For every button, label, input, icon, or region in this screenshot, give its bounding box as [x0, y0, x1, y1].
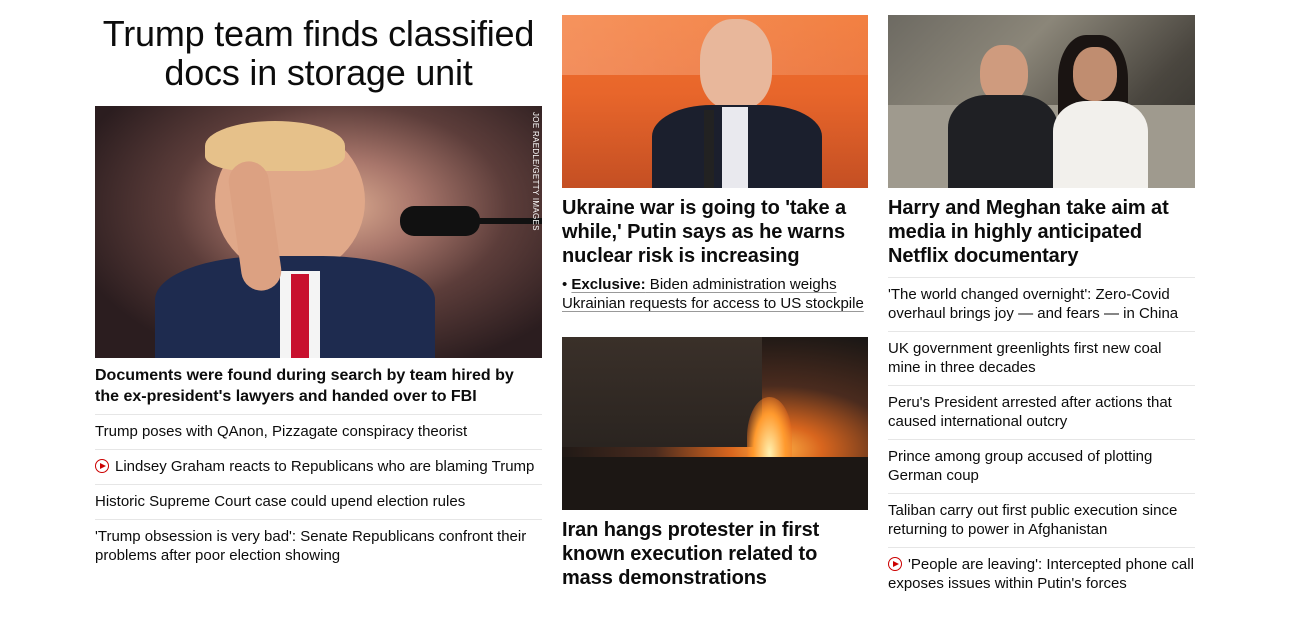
iran-headline[interactable]: Iran hangs protester in first known exec… [562, 518, 868, 590]
harry-body-shape [948, 95, 1058, 188]
related-item-2[interactable]: Lindsey Graham reacts to Republicans who… [95, 450, 542, 485]
putin-shirt-shape [722, 107, 748, 188]
putin-story-image[interactable] [562, 15, 868, 188]
lead-summary-link[interactable]: Documents were found during search by te… [95, 358, 542, 415]
trump-hair-shape [205, 121, 345, 171]
meghan-face-shape [1073, 47, 1117, 101]
meghan-body-shape [1053, 101, 1148, 188]
related-item-3[interactable]: Historic Supreme Court case could upend … [95, 485, 542, 520]
putin-microphone-shape [704, 110, 714, 188]
iran-story-image[interactable] [562, 337, 868, 510]
lead-related-list: Trump poses with QAnon, Pizzagate conspi… [95, 415, 542, 573]
related-item-4[interactable]: 'Trump obsession is very bad': Senate Re… [95, 520, 542, 573]
world-item-5[interactable]: Taliban carry out first public execution… [888, 494, 1195, 548]
related-item-1[interactable]: Trump poses with QAnon, Pizzagate conspi… [95, 415, 542, 450]
harry-meghan-image[interactable] [888, 15, 1195, 188]
world-news-list: 'The world changed overnight': Zero-Covi… [888, 277, 1195, 601]
lead-headline[interactable]: Trump team finds classified docs in stor… [95, 14, 542, 92]
crowd-shape [562, 457, 868, 510]
harry-meghan-headline[interactable]: Harry and Meghan take aim at media in hi… [888, 196, 1195, 268]
image-credit: JOE RAEDLE/GETTY IMAGES [531, 112, 540, 231]
lead-story-image[interactable]: JOE RAEDLE/GETTY IMAGES [95, 106, 542, 358]
trump-tie-shape [291, 274, 309, 358]
world-item-4[interactable]: Prince among group accused of plotting G… [888, 440, 1195, 494]
world-item-1[interactable]: 'The world changed overnight': Zero-Covi… [888, 278, 1195, 332]
play-video-icon [888, 557, 902, 571]
building-shape [562, 337, 762, 447]
world-item-3[interactable]: Peru's President arrested after actions … [888, 386, 1195, 440]
putin-headline[interactable]: Ukraine war is going to 'take a while,' … [562, 196, 868, 268]
putin-face-shape [700, 19, 772, 109]
world-item-6[interactable]: 'People are leaving': Intercepted phone … [888, 548, 1195, 601]
right-column: Harry and Meghan take aim at media in hi… [888, 0, 1195, 601]
play-video-icon [95, 459, 109, 473]
lead-story-column: Trump team finds classified docs in stor… [95, 0, 542, 573]
putin-sub-link[interactable]: • Exclusive: Biden administration weighs… [562, 275, 868, 313]
middle-column: Ukraine war is going to 'take a while,' … [562, 0, 868, 590]
world-item-2[interactable]: UK government greenlights first new coal… [888, 332, 1195, 386]
